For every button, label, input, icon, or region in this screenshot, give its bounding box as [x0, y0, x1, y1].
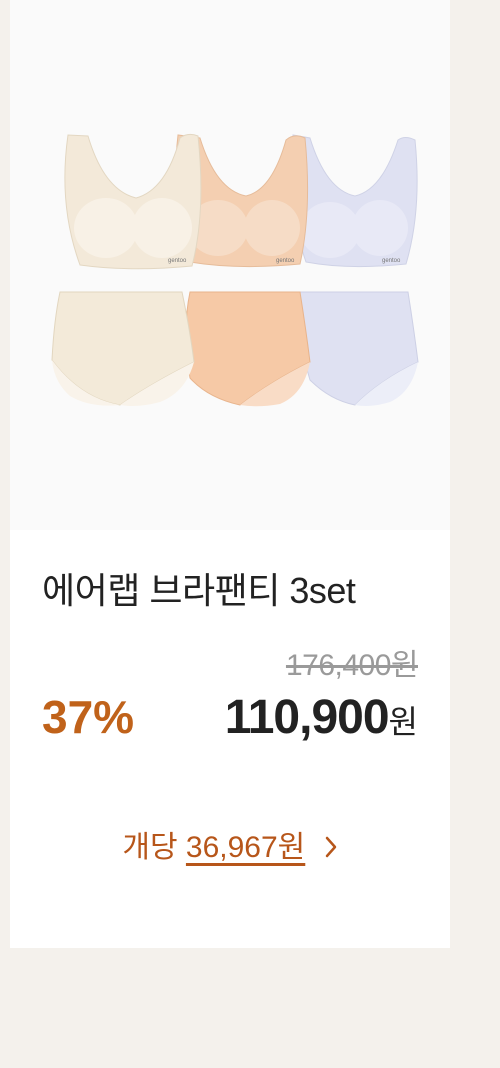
discount-rate: 37% — [42, 691, 135, 743]
currency-unit: 원 — [388, 704, 418, 740]
unit-price-value: 36,967원 — [185, 831, 306, 864]
panty-lavender — [298, 291, 419, 406]
product-illustration: gentoo gentoo gentoo — [51, 133, 419, 407]
unit-price-link[interactable]: 개당 36,967원 — [10, 822, 450, 867]
unit-price-label: 개당 — [122, 831, 178, 864]
bra-cream: gentoo — [64, 133, 202, 270]
svg-text:gentoo: gentoo — [168, 258, 187, 264]
sale-price: 110,900원 — [225, 690, 418, 745]
original-price: 176,400원 — [285, 649, 419, 682]
sale-price-value: 110,900 — [224, 691, 390, 744]
svg-text:gentoo: gentoo — [382, 258, 401, 264]
chevron-right-icon — [324, 833, 338, 867]
bra-lavender: gentoo — [290, 134, 418, 268]
product-image[interactable]: gentoo gentoo gentoo — [10, 0, 450, 530]
svg-text:gentoo: gentoo — [276, 258, 295, 264]
panty-cream — [51, 291, 195, 406]
price-row: 37% 110,900원 — [42, 690, 418, 754]
product-card[interactable]: gentoo gentoo gentoo 에어랩 브라팬티 3set 176,4… — [10, 0, 450, 948]
product-title[interactable]: 에어랩 브라팬티 3set — [42, 562, 356, 614]
panty-peach — [185, 291, 311, 407]
